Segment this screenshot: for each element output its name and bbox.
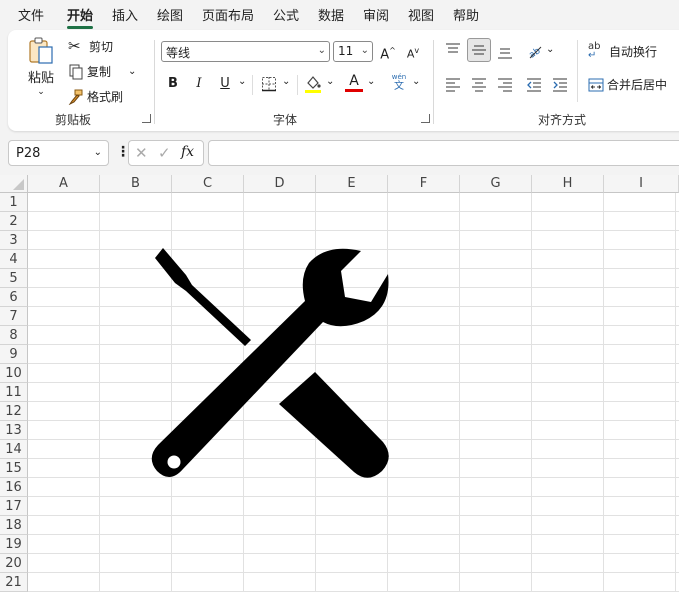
- align-center-icon[interactable]: [471, 77, 487, 93]
- fill-color-chevron-down-icon[interactable]: ⌄: [326, 76, 334, 87]
- font-name-select[interactable]: 等线 ⌄: [161, 41, 330, 62]
- paste-label: 粘贴: [27, 71, 54, 86]
- copy-label: 复制: [87, 65, 112, 79]
- name-box[interactable]: P28 ⌄: [8, 140, 109, 166]
- format-painter-icon: [68, 89, 83, 105]
- tab-home[interactable]: 开始: [67, 5, 94, 29]
- pinyin-top: wén: [391, 73, 407, 81]
- tab-data[interactable]: 数据: [318, 5, 344, 24]
- border-icon[interactable]: [261, 76, 277, 92]
- merge-center-icon: [588, 78, 604, 91]
- alignment-group-label: 对齐方式: [538, 113, 587, 127]
- scissors-icon: ✂: [68, 37, 81, 55]
- enter-icon[interactable]: ✓: [158, 144, 171, 162]
- italic-label: I: [196, 76, 202, 91]
- spreadsheet-grid[interactable]: A B C D E F G H I 1 2 3 4 5 6 7 8 9 10 11 12 13 14 15 1…: [0, 175, 679, 592]
- cancel-icon[interactable]: ✕: [135, 144, 148, 162]
- cut-label: 剪切: [89, 39, 114, 54]
- align-bottom-icon[interactable]: [497, 44, 513, 60]
- chevron-down-icon: ⌄: [360, 45, 369, 56]
- orientation-chevron-down-icon[interactable]: ⌄: [546, 44, 554, 55]
- separator: [577, 40, 578, 102]
- copy-icon: [69, 64, 83, 79]
- align-right-icon[interactable]: [497, 77, 513, 93]
- copy-chevron-down-icon[interactable]: ⌄: [128, 66, 136, 77]
- wrench-hole: [167, 455, 181, 469]
- increase-indent-icon[interactable]: [552, 77, 568, 93]
- wrap-text-label: 自动换行: [609, 44, 658, 59]
- font-size-select[interactable]: 11 ⌄: [333, 41, 373, 62]
- copy-button[interactable]: 复制 ⌄: [68, 63, 136, 80]
- bold-button[interactable]: B: [164, 75, 182, 93]
- fill-color-swatch: [305, 90, 321, 93]
- merge-center-label: 合并后居中: [607, 78, 668, 92]
- separator: [297, 75, 298, 95]
- pinyin-bottom: 文: [394, 81, 404, 92]
- tab-review[interactable]: 审阅: [363, 5, 389, 24]
- font-name-value: 等线: [166, 46, 191, 60]
- underline-label: U: [220, 76, 230, 91]
- align-middle-icon: [472, 45, 486, 55]
- font-color-label: A: [349, 73, 359, 89]
- decrease-indent-icon[interactable]: [526, 77, 542, 93]
- format-painter-button[interactable]: 格式刷: [68, 88, 123, 105]
- tab-insert[interactable]: 插入: [112, 5, 138, 24]
- cut-button[interactable]: ✂ 剪切: [68, 37, 113, 55]
- tab-help[interactable]: 帮助: [453, 5, 479, 24]
- tab-view[interactable]: 视图: [408, 5, 434, 24]
- align-top-icon[interactable]: [445, 42, 461, 58]
- tab-page-layout[interactable]: 页面布局: [202, 5, 254, 24]
- tab-file[interactable]: 文件: [18, 5, 44, 24]
- format-painter-label: 格式刷: [87, 90, 124, 104]
- phonetic-guide-button[interactable]: wén 文: [389, 73, 409, 92]
- clipboard-group-label: 剪贴板: [55, 113, 92, 127]
- menu-bar: 文件 开始 插入 绘图 页面布局 公式 数据 审阅 视图 帮助: [0, 0, 679, 29]
- font-size-value: 11: [338, 44, 354, 58]
- italic-button[interactable]: I: [190, 75, 208, 93]
- align-middle-button[interactable]: [467, 38, 491, 62]
- align-left-icon[interactable]: [445, 77, 461, 93]
- font-launcher-icon[interactable]: [421, 114, 430, 123]
- ribbon-divider: [433, 40, 434, 124]
- insert-function-button[interactable]: fx: [181, 144, 194, 160]
- merge-center-button[interactable]: 合并后居中: [588, 76, 667, 93]
- paste-button[interactable]: 粘贴 ⌄: [26, 36, 56, 97]
- bold-label: B: [168, 76, 178, 91]
- formula-buttons: ✕ ✓ fx: [128, 140, 204, 166]
- paste-chevron-down-icon[interactable]: ⌄: [37, 87, 45, 97]
- underline-button[interactable]: U: [216, 75, 234, 93]
- name-box-value: P28: [16, 146, 41, 161]
- font-color-button[interactable]: A: [345, 73, 363, 92]
- wrap-text-button[interactable]: ab ↵ 自动换行: [588, 41, 658, 61]
- clipboard-launcher-icon[interactable]: [142, 114, 151, 123]
- ribbon: 粘贴 ⌄ ✂ 剪切 复制 ⌄ 格式刷 剪贴板 等线 ⌄ 11 ⌄ A^ Av B…: [8, 30, 679, 131]
- formula-input[interactable]: [208, 140, 679, 166]
- wrench-screwdriver-icon[interactable]: [0, 175, 679, 592]
- ribbon-divider: [154, 40, 155, 124]
- chevron-down-icon: ⌄: [93, 147, 102, 158]
- font-color-swatch: [345, 89, 363, 92]
- fill-color-icon[interactable]: [304, 74, 322, 94]
- separator: [252, 75, 253, 95]
- shrink-font-button[interactable]: Av: [404, 42, 422, 61]
- paste-icon: [29, 37, 53, 64]
- border-chevron-down-icon[interactable]: ⌄: [282, 76, 290, 87]
- underline-chevron-down-icon[interactable]: ⌄: [238, 76, 246, 87]
- grow-font-button[interactable]: A^: [379, 42, 397, 63]
- tab-draw[interactable]: 绘图: [157, 5, 183, 24]
- chevron-down-icon: ⌄: [317, 45, 326, 56]
- grow-font-label: A: [380, 47, 390, 63]
- font-group-label: 字体: [273, 113, 298, 127]
- font-color-chevron-down-icon[interactable]: ⌄: [367, 76, 375, 87]
- orientation-icon[interactable]: ab: [526, 42, 544, 60]
- phonetic-chevron-down-icon[interactable]: ⌄: [412, 76, 420, 87]
- wrap-text-icon: ab ↵: [588, 41, 601, 61]
- tab-formulas[interactable]: 公式: [273, 5, 299, 24]
